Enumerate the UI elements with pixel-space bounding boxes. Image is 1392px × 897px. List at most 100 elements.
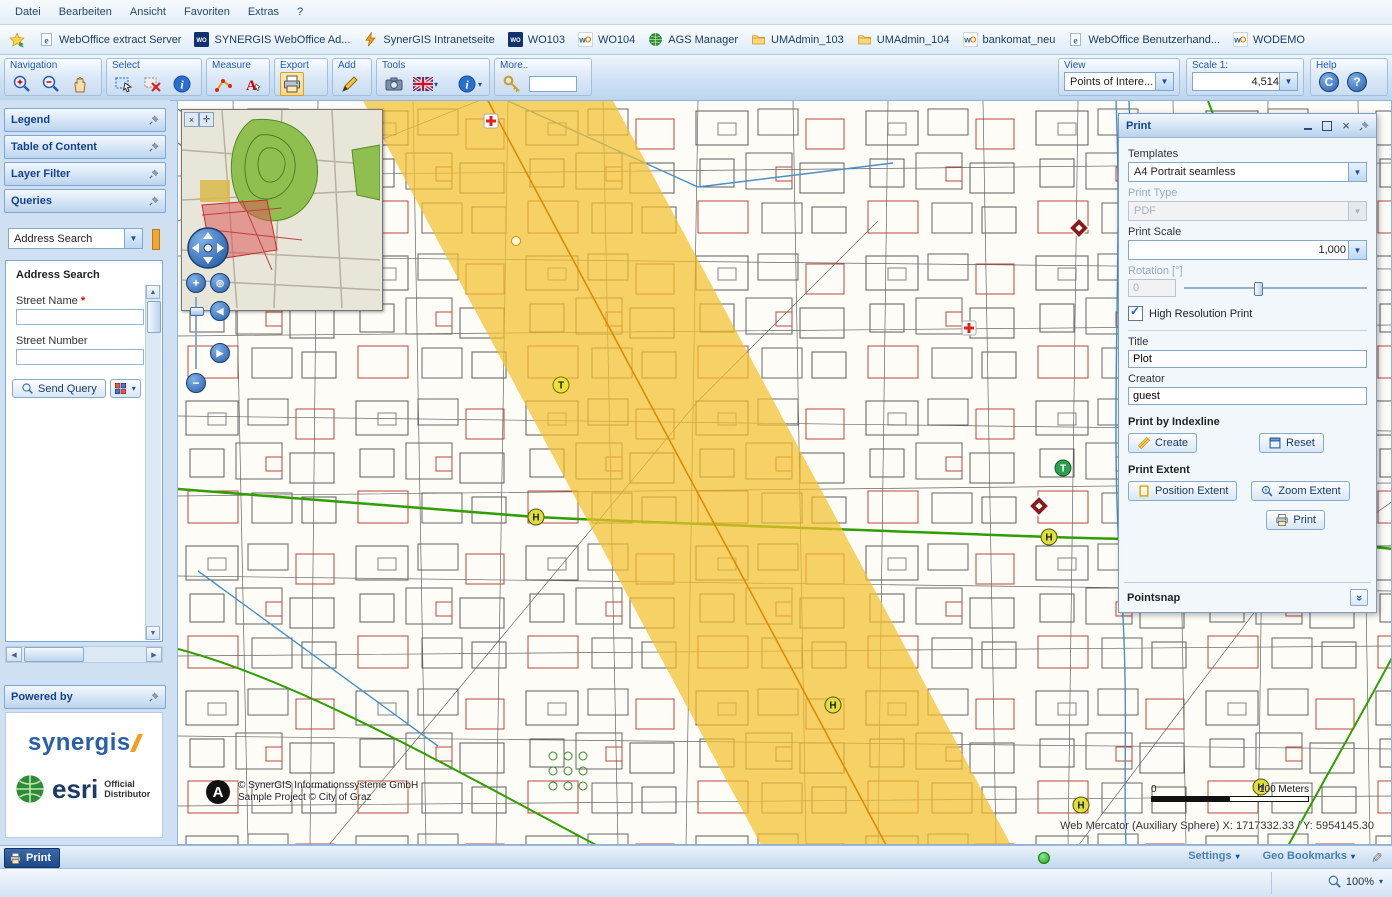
zoom-extent-button[interactable]: Zoom Extent (1251, 481, 1349, 501)
favorite-item[interactable]: UMAdmin_103 (751, 32, 844, 47)
pan-control[interactable] (186, 226, 230, 270)
close-button[interactable]: × (1340, 120, 1352, 132)
menu-extras[interactable]: Extras (239, 3, 288, 21)
full-extent-button[interactable]: ◎ (210, 273, 230, 293)
identify-button[interactable] (170, 72, 194, 96)
print-task-button[interactable]: Print (4, 848, 60, 868)
zoom-out-button[interactable] (39, 72, 63, 96)
restore-button[interactable] (1321, 120, 1333, 132)
rotation-slider[interactable] (1184, 281, 1367, 295)
pan-mode-button[interactable]: ✛ (199, 112, 214, 127)
bus-stop-marker: H (1041, 529, 1057, 545)
favorite-item[interactable]: AGS Manager (648, 32, 738, 47)
tools-key-button[interactable] (500, 72, 524, 96)
favorite-item[interactable]: UMAdmin_104 (857, 32, 950, 47)
measure-button[interactable] (212, 72, 236, 96)
zoom-in-button[interactable] (10, 72, 34, 96)
panel-header-table-of-content[interactable]: Table of Content (4, 135, 166, 159)
menu-datei[interactable]: Datei (6, 3, 50, 21)
chevron-down-icon: ▼ (124, 229, 142, 248)
create-indexline-button[interactable]: Create (1128, 433, 1197, 453)
panel-header-legend[interactable]: Legend (4, 108, 166, 132)
query-type-select[interactable]: Address Search ▼ (8, 228, 143, 249)
favorite-item[interactable]: WebOffice extract Server (39, 32, 181, 47)
vertical-scrollbar[interactable]: ▲ ▼ (145, 285, 161, 640)
scroll-left-button[interactable]: ◀ (6, 647, 22, 662)
print-button[interactable]: Print (1266, 510, 1325, 530)
pin-icon[interactable] (149, 169, 159, 179)
group-view: View Points of Intere... ▼ (1058, 58, 1180, 96)
print-panel-header[interactable]: Print × (1119, 114, 1376, 138)
menu-bar: Datei Bearbeiten Ansicht Favoriten Extra… (0, 0, 1392, 25)
position-extent-button[interactable]: Position Extent (1128, 481, 1237, 501)
favorite-item[interactable]: bankomat_neu (963, 32, 1056, 47)
settings-menu[interactable]: Settings ▾ (1188, 850, 1240, 862)
pin-icon[interactable] (149, 692, 159, 702)
pin-icon[interactable] (149, 142, 159, 152)
templates-select[interactable]: A4 Portrait seamless ▼ (1128, 162, 1367, 182)
zoom-out-map-button[interactable]: − (186, 373, 206, 393)
favorite-item[interactable]: SynerGIS Intranetseite (363, 32, 494, 47)
close-overview-button[interactable]: × (184, 112, 199, 127)
edit-pencil-icon[interactable]: ✎ (1368, 852, 1385, 864)
scale-combo[interactable]: 4,514 ▼ (1192, 72, 1298, 91)
print-scale-select[interactable]: 1,000 ▼ (1128, 240, 1367, 260)
context-help-button[interactable]: C (1319, 72, 1339, 92)
rotation-slider-handle[interactable] (1254, 282, 1263, 296)
title-input[interactable] (1128, 350, 1367, 368)
print-type-select: PDF ▼ (1128, 201, 1367, 221)
help-button[interactable]: ? (1347, 72, 1367, 92)
creator-input[interactable] (1128, 387, 1367, 405)
scroll-right-button[interactable]: ▶ (146, 647, 162, 662)
quick-search-input[interactable] (529, 76, 577, 92)
redline-button[interactable] (338, 72, 362, 96)
menu-favoriten[interactable]: Favoriten (175, 3, 239, 21)
favorite-item[interactable]: WebOffice Benutzerhand... (1068, 32, 1220, 47)
street-name-input[interactable] (16, 309, 144, 325)
favorite-item[interactable]: WO104 (578, 32, 635, 47)
pin-icon[interactable] (149, 115, 159, 125)
query-options-button[interactable]: ▾ (110, 379, 141, 398)
screenshot-button[interactable] (382, 72, 406, 96)
print-tool-button[interactable] (280, 72, 304, 96)
browser-zoom-control[interactable]: 100% ▾ (1327, 874, 1384, 889)
pin-icon[interactable] (149, 196, 159, 206)
dock-handle[interactable] (152, 229, 160, 250)
panel-header-queries[interactable]: Queries (4, 189, 166, 213)
label-button[interactable] (241, 72, 265, 96)
view-select[interactable]: Points of Intere... ▼ (1064, 72, 1174, 91)
language-button[interactable]: ▾ (411, 75, 441, 93)
scroll-up-button[interactable]: ▲ (146, 285, 160, 299)
favorite-item[interactable]: SYNERGIS WebOffice Ad... (194, 32, 350, 47)
zoom-slider[interactable] (190, 297, 202, 369)
info-tools-button[interactable]: ▾ (455, 72, 485, 96)
scroll-down-button[interactable]: ▼ (146, 626, 160, 640)
panel-header-powered-by[interactable]: Powered by (4, 685, 166, 709)
zoom-slider-handle[interactable] (190, 307, 204, 316)
select-rectangle-button[interactable] (112, 72, 136, 96)
geo-bookmarks-menu[interactable]: Geo Bookmarks ▾ (1263, 850, 1356, 862)
scrollbar-thumb[interactable] (24, 647, 84, 662)
reset-indexline-button[interactable]: Reset (1259, 433, 1324, 453)
pin-icon[interactable] (1359, 121, 1369, 131)
high-resolution-checkbox[interactable]: ✓ (1128, 306, 1143, 321)
clear-selection-button[interactable] (141, 72, 165, 96)
pointsnap-section[interactable]: Pointsnap » (1124, 582, 1371, 608)
pan-button[interactable] (68, 72, 92, 96)
previous-extent-button[interactable]: ◀ (210, 301, 230, 321)
menu-help[interactable]: ? (288, 3, 312, 21)
scrollbar-thumb[interactable] (147, 301, 161, 333)
street-number-input[interactable] (16, 349, 144, 365)
panel-header-layer-filter[interactable]: Layer Filter (4, 162, 166, 186)
minimize-button[interactable] (1302, 120, 1314, 132)
horizontal-scrollbar[interactable]: ◀ ▶ (5, 646, 163, 663)
favorite-item[interactable]: WODEMO (1233, 32, 1305, 47)
send-query-button[interactable]: Send Query (12, 379, 106, 398)
zoom-in-map-button[interactable]: + (186, 273, 206, 293)
menu-bearbeiten[interactable]: Bearbeiten (50, 3, 121, 21)
menu-ansicht[interactable]: Ansicht (121, 3, 175, 21)
expand-pointsnap-button[interactable]: » (1350, 589, 1368, 606)
next-extent-button[interactable]: ▶ (210, 343, 230, 363)
favorite-item[interactable]: WO103 (508, 32, 565, 47)
add-favorite-button[interactable] (8, 31, 26, 49)
